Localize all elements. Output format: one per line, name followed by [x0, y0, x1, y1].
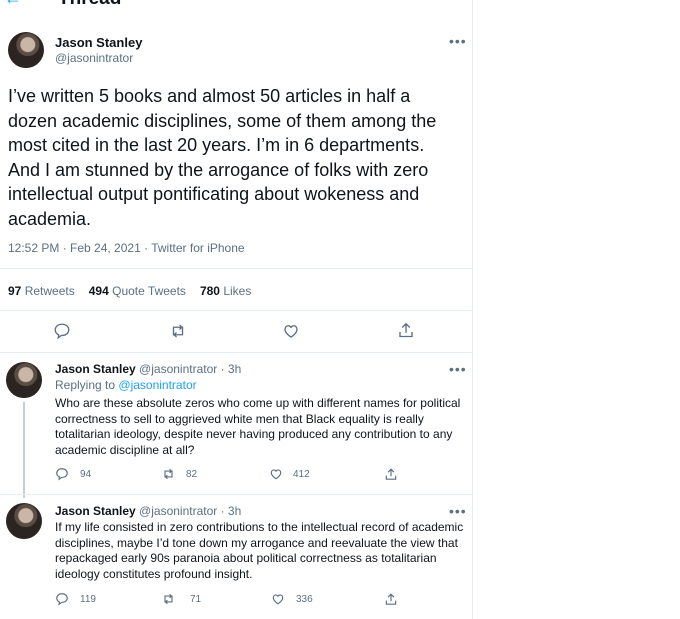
avatar[interactable] [8, 32, 44, 68]
page-title: Thread [58, 0, 121, 10]
thread-line [23, 402, 25, 498]
reply-text: Who are these absolute zeros who come up… [55, 396, 461, 457]
thread-column: ← Thread Jason Stanley @jasonintrator ••… [0, 0, 473, 619]
back-arrow-icon[interactable]: ← [4, 0, 22, 9]
divider [0, 268, 472, 269]
like-icon[interactable] [269, 467, 283, 481]
retweet-count: 71 [190, 594, 202, 605]
more-options-icon[interactable]: ••• [449, 361, 467, 377]
like-icon[interactable] [271, 592, 285, 606]
quotes-stat[interactable]: 494 Quote Tweets [89, 284, 186, 298]
divider [0, 310, 472, 311]
likes-stat[interactable]: 780 Likes [200, 284, 251, 298]
retweet-icon[interactable] [168, 322, 188, 340]
like-count: 336 [296, 594, 313, 605]
like-count: 412 [293, 469, 310, 480]
reply-text: If my life consisted in zero contributio… [55, 520, 464, 581]
more-options-icon[interactable]: ••• [449, 503, 467, 519]
retweet-icon[interactable] [161, 467, 176, 481]
replying-to: Replying to @jasonintrator [55, 378, 197, 392]
replying-to-handle[interactable]: @jasonintrator [118, 378, 196, 392]
reply-icon[interactable] [53, 322, 71, 340]
more-options-icon[interactable]: ••• [449, 33, 467, 49]
thread-header: ← Thread [0, 0, 472, 10]
tweet-meta[interactable]: 12:52 PM · Feb 24, 2021 · Twitter for iP… [8, 241, 245, 255]
share-icon[interactable] [397, 321, 415, 340]
author-name[interactable]: Jason Stanley [55, 35, 142, 50]
reply-author[interactable]: Jason Stanley @jasonintrator · 3h [55, 504, 241, 518]
share-icon[interactable] [384, 592, 398, 607]
reply-count: 119 [80, 594, 96, 605]
avatar[interactable] [6, 362, 42, 398]
reply-icon[interactable] [55, 467, 69, 481]
retweet-icon[interactable] [161, 592, 176, 606]
retweet-count: 82 [186, 469, 198, 480]
tweet-text: I’ve written 5 books and almost 50 artic… [8, 86, 437, 229]
avatar[interactable] [6, 503, 42, 539]
share-icon[interactable] [384, 467, 398, 482]
reply-icon[interactable] [55, 592, 69, 606]
reply-count: 94 [80, 469, 92, 480]
author-handle[interactable]: @jasonintrator [55, 51, 133, 65]
retweets-stat[interactable]: 97 Retweets [8, 284, 75, 298]
tweet-stats: 97 Retweets 494 Quote Tweets 780 Likes [8, 284, 251, 298]
reply-author[interactable]: Jason Stanley @jasonintrator · 3h [55, 362, 241, 376]
divider [0, 352, 472, 353]
like-icon[interactable] [282, 322, 300, 340]
divider [0, 494, 472, 495]
